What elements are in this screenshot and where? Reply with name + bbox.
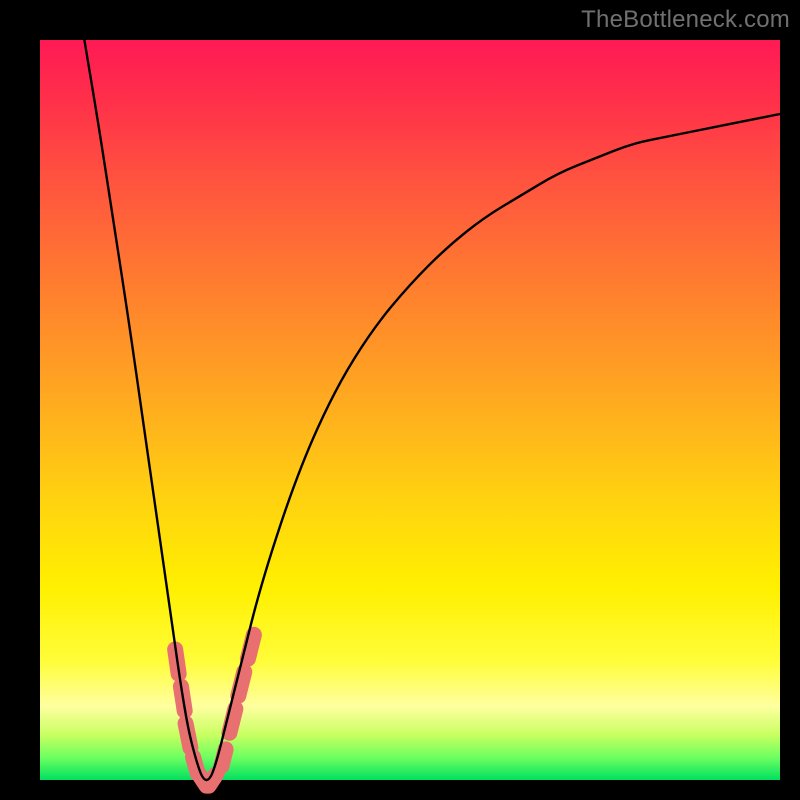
markers-group — [166, 625, 263, 797]
curve-marker — [212, 740, 236, 776]
bottleneck-curve — [84, 40, 780, 780]
watermark-text: TheBottleneck.com — [581, 6, 790, 34]
curve-svg — [40, 40, 780, 780]
plot-area — [40, 40, 780, 780]
chart-frame: TheBottleneck.com — [0, 0, 800, 800]
